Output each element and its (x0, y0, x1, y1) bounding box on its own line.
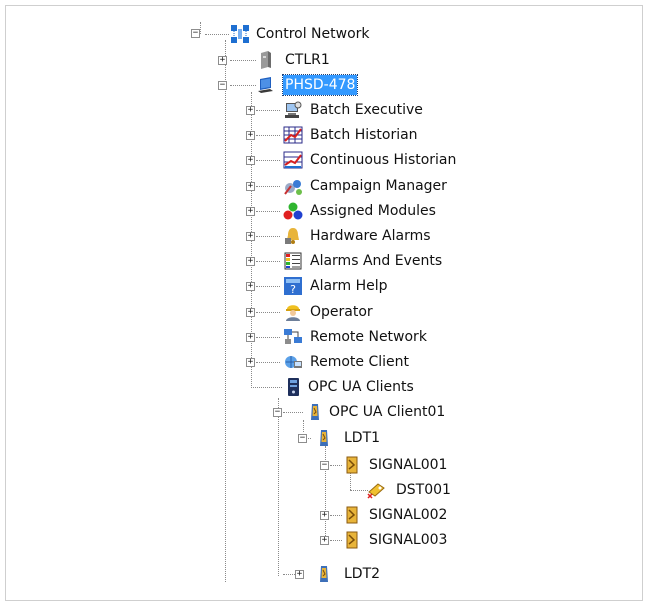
tree-connector (303, 420, 304, 432)
tree-node-alarms-and-events[interactable]: Alarms And Events (308, 251, 444, 271)
expand-toggle[interactable]: + (246, 131, 255, 140)
opc-ua-clients-icon (283, 377, 303, 397)
ldt-icon (314, 564, 334, 584)
tree-connector (200, 22, 201, 34)
tree-node-control-network[interactable]: Control Network (254, 24, 372, 44)
tree-connector (230, 60, 256, 61)
network-icon (230, 24, 250, 44)
expand-toggle[interactable]: + (246, 207, 255, 216)
expand-toggle[interactable]: + (320, 511, 329, 520)
expand-toggle[interactable]: + (320, 536, 329, 545)
tree-node-ldt2[interactable]: LDT2 (342, 564, 382, 584)
tree-connector (256, 211, 280, 212)
tree-node-remote-client[interactable]: Remote Client (308, 352, 411, 372)
batch-executive-icon (283, 100, 303, 120)
tree-connector (256, 337, 280, 338)
tree-node-ldt1[interactable]: LDT1 (342, 428, 382, 448)
tree-node-signal001[interactable]: SIGNAL001 (367, 455, 449, 475)
tree-connector (230, 85, 256, 86)
alarm-help-icon: ? (283, 276, 303, 296)
tree-connector (256, 362, 280, 363)
tree-node-batch-historian[interactable]: Batch Historian (308, 125, 420, 145)
signal-icon (342, 505, 362, 525)
tree-node-hardware-alarms[interactable]: Hardware Alarms (308, 226, 433, 246)
tree-connector (330, 465, 342, 466)
operator-icon (283, 302, 303, 322)
hardware-alarms-icon (283, 226, 303, 246)
alarms-and-events-icon (283, 251, 303, 271)
expand-toggle[interactable]: + (246, 182, 255, 191)
batch-historian-icon (283, 125, 303, 145)
tree-connector (256, 135, 280, 136)
svg-text:?: ? (290, 283, 296, 296)
tree-connector (205, 34, 229, 35)
tree-node-dst001[interactable]: DST001 (394, 480, 453, 500)
tree-connector (330, 540, 342, 541)
expand-toggle[interactable]: + (246, 282, 255, 291)
tree-node-opc-ua-clients[interactable]: OPC UA Clients (306, 377, 416, 397)
tree-connector (330, 515, 342, 516)
tree-connector (256, 160, 280, 161)
tree-node-ctlr1[interactable]: CTLR1 (283, 50, 332, 70)
ldt-icon (314, 428, 334, 448)
expand-toggle[interactable]: + (246, 308, 255, 317)
expand-toggle[interactable]: + (246, 106, 255, 115)
tree-node-opc-ua-client01[interactable]: OPC UA Client01 (327, 402, 447, 422)
expand-toggle[interactable]: + (246, 232, 255, 241)
tree-connector (283, 412, 303, 413)
tree-node-assigned-modules[interactable]: Assigned Modules (308, 201, 438, 221)
collapse-toggle[interactable]: − (298, 434, 307, 443)
tree-node-campaign-manager[interactable]: Campaign Manager (308, 176, 449, 196)
dst-tag-icon (366, 480, 386, 500)
collapse-toggle[interactable]: − (273, 408, 282, 417)
explorer-tree: − Control Network + CTLR1 − PHSD-478 + B… (0, 0, 649, 606)
assigned-modules-icon (283, 201, 303, 221)
tree-node-remote-network[interactable]: Remote Network (308, 327, 429, 347)
expand-toggle[interactable]: + (295, 570, 304, 579)
continuous-historian-icon (283, 150, 303, 170)
signal-icon (342, 455, 362, 475)
expand-toggle[interactable]: + (246, 257, 255, 266)
tree-node-signal003[interactable]: SIGNAL003 (367, 530, 449, 550)
tree-node-continuous-historian[interactable]: Continuous Historian (308, 150, 458, 170)
opc-ua-client-icon (305, 402, 325, 422)
tree-node-signal002[interactable]: SIGNAL002 (367, 505, 449, 525)
remote-network-icon (283, 327, 303, 347)
workstation-icon (256, 75, 276, 95)
tree-connector (256, 110, 280, 111)
signal-icon (342, 530, 362, 550)
remote-client-icon (283, 352, 303, 372)
tree-node-operator[interactable]: Operator (308, 302, 375, 322)
expand-toggle[interactable]: + (246, 358, 255, 367)
collapse-toggle[interactable]: − (218, 81, 227, 90)
tree-connector (256, 261, 280, 262)
tree-node-phsd-478[interactable]: PHSD-478 (281, 74, 359, 96)
expand-toggle[interactable]: + (246, 156, 255, 165)
tree-connector (278, 398, 279, 576)
controller-icon (256, 50, 276, 70)
tree-connector (251, 387, 282, 388)
expand-toggle[interactable]: + (246, 333, 255, 342)
tree-connector (256, 312, 280, 313)
campaign-manager-icon (283, 176, 303, 196)
expand-toggle[interactable]: + (218, 56, 227, 65)
collapse-toggle[interactable]: − (320, 461, 329, 470)
collapse-toggle[interactable]: − (191, 29, 200, 38)
tree-connector (225, 40, 226, 582)
tree-connector (256, 186, 280, 187)
tree-connector (256, 236, 280, 237)
tree-node-alarm-help[interactable]: Alarm Help (308, 276, 390, 296)
tree-node-batch-executive[interactable]: Batch Executive (308, 100, 425, 120)
tree-connector (256, 286, 280, 287)
